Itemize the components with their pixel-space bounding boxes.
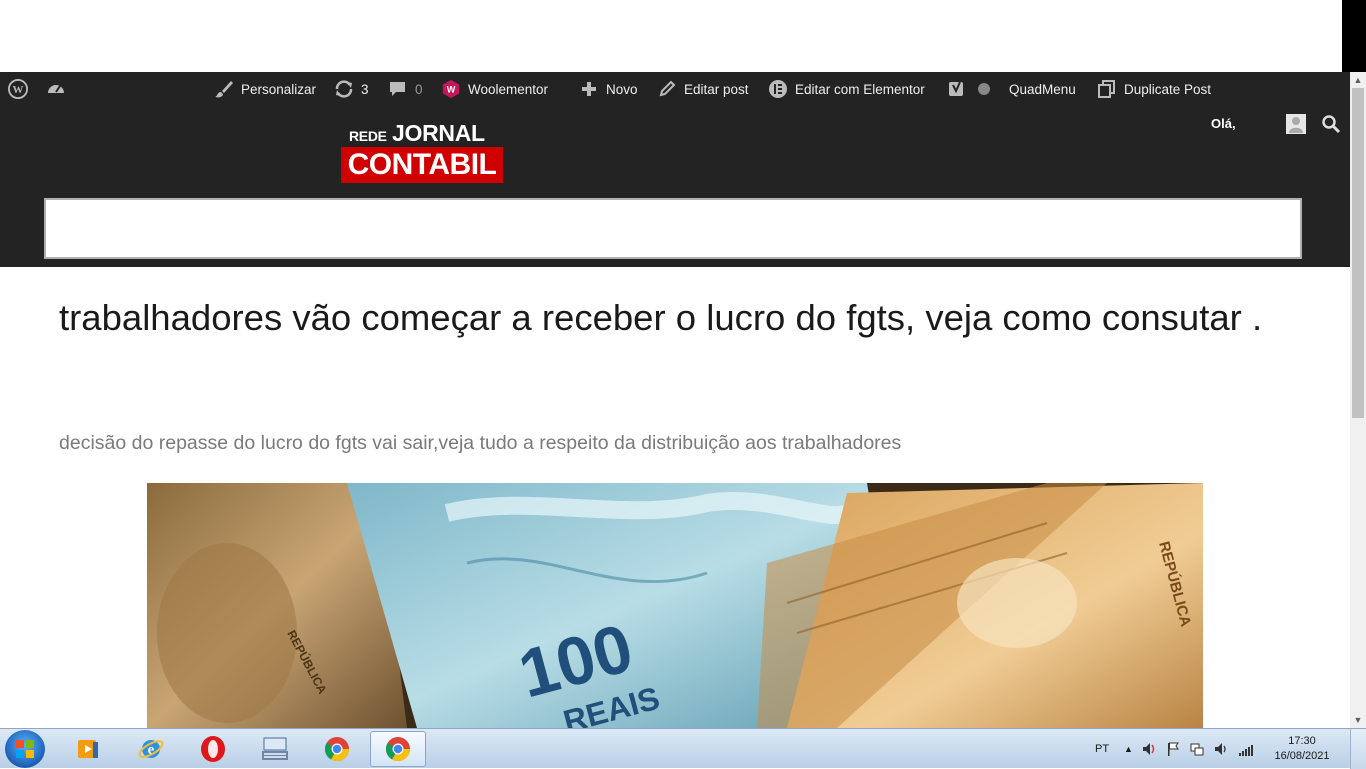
language-label: PT	[1095, 743, 1110, 755]
elementor-icon	[768, 79, 788, 99]
comment-icon	[388, 79, 408, 99]
duplicate-icon	[1097, 79, 1117, 99]
windows-logo-icon	[16, 740, 34, 758]
edit-elementor-button[interactable]: Editar com Elementor	[768, 72, 925, 106]
clock-time: 17:30	[1288, 735, 1316, 747]
edit-elementor-label: Editar com Elementor	[795, 81, 925, 97]
wordpress-icon: W	[8, 79, 28, 99]
wp-logo-button[interactable]: W	[8, 72, 28, 106]
show-desktop-button[interactable]	[1350, 729, 1366, 769]
chrome-active-icon	[385, 737, 410, 762]
browser-top-area	[0, 0, 1366, 72]
avatar[interactable]	[1286, 114, 1306, 134]
header-search-button[interactable]	[1321, 114, 1341, 134]
wp-admin-bar: W Personalizar 3 0 W Woolementor Novo Ed…	[0, 72, 1350, 106]
pencil-icon	[657, 79, 677, 99]
customize-label: Personalizar	[241, 81, 317, 97]
dashboard-icon	[46, 79, 66, 99]
dashboard-button[interactable]	[46, 72, 66, 106]
taskbar-chrome-active[interactable]	[370, 731, 426, 767]
yoast-icon	[947, 79, 967, 99]
main-menu-area	[44, 198, 1302, 259]
system-tray: ▲	[1124, 729, 1255, 769]
window-corner	[1342, 0, 1366, 72]
duplicate-label: Duplicate Post	[1124, 81, 1212, 97]
scroll-down-arrow-icon[interactable]: ▼	[1350, 712, 1366, 728]
site-logo[interactable]: REDE JORNAL CONTABIL	[341, 120, 503, 184]
taskbar-internet-explorer[interactable]: e	[123, 731, 179, 767]
edit-post-label: Editar post	[684, 81, 749, 97]
logo-rede-text: REDE	[349, 128, 387, 144]
tray-expand-icon[interactable]: ▲	[1124, 744, 1133, 754]
language-indicator[interactable]: PT	[1095, 729, 1109, 769]
refresh-icon	[334, 79, 354, 99]
yoast-button[interactable]	[947, 72, 994, 106]
comments-button[interactable]: 0	[388, 72, 423, 106]
updates-count: 3	[361, 81, 369, 97]
user-greeting[interactable]: Olá,	[1211, 116, 1236, 131]
speaker-icon[interactable]	[1141, 741, 1157, 757]
customize-button[interactable]: Personalizar	[214, 72, 316, 106]
windows-taskbar: e PT ▲ 17:30 16/08/2021	[0, 728, 1366, 769]
quadmenu-label: QuadMenu	[1009, 81, 1076, 97]
taskbar-clock[interactable]: 17:30 16/08/2021	[1270, 734, 1334, 764]
user-icon	[1289, 117, 1303, 133]
updates-button[interactable]: 3	[334, 72, 369, 106]
woolementor-icon: W	[441, 79, 461, 99]
taskbar-media-player[interactable]	[60, 731, 116, 767]
plus-icon	[579, 79, 599, 99]
scroll-up-arrow-icon[interactable]: ▲	[1350, 72, 1366, 88]
opera-icon	[201, 736, 225, 762]
scrollbar-thumb[interactable]	[1352, 88, 1364, 418]
woolementor-button[interactable]: W Woolementor	[441, 72, 548, 106]
media-player-icon	[78, 740, 98, 758]
taskbar-keyboard-app[interactable]	[247, 731, 303, 767]
quadmenu-button[interactable]: QuadMenu	[1009, 72, 1076, 106]
taskbar-chrome[interactable]	[309, 731, 365, 767]
internet-explorer-icon: e	[138, 740, 164, 758]
site-header: REDE JORNAL CONTABIL Olá,	[0, 106, 1350, 267]
status-dot-icon	[974, 79, 994, 99]
logo-jornal-text: JORNAL	[392, 120, 485, 146]
start-button[interactable]	[5, 730, 45, 768]
search-icon	[1322, 115, 1341, 134]
volume-icon[interactable]	[1213, 741, 1229, 757]
article-subtitle: decisão do repasse do lucro do fgts vai …	[59, 432, 902, 454]
edit-post-button[interactable]: Editar post	[657, 72, 749, 106]
comments-count: 0	[415, 81, 423, 97]
svg-text:W: W	[447, 85, 456, 95]
signal-icon[interactable]	[1237, 741, 1255, 757]
taskbar-opera[interactable]	[185, 731, 241, 767]
flag-icon[interactable]	[1165, 741, 1181, 757]
page-scrollbar[interactable]: ▲ ▼	[1350, 72, 1366, 728]
new-button[interactable]: Novo	[579, 72, 638, 106]
article-featured-image: REPÚBLICA 100 REAIS REPÚBLICA	[147, 483, 1203, 728]
paintbrush-icon	[214, 79, 234, 99]
woolementor-label: Woolementor	[468, 81, 549, 97]
network-icon[interactable]	[1189, 741, 1205, 757]
keyboard-app-icon	[262, 737, 288, 760]
logo-contabil-text: CONTABIL	[341, 147, 503, 183]
new-label: Novo	[606, 81, 638, 97]
chrome-icon	[324, 737, 349, 762]
clock-date: 16/08/2021	[1274, 750, 1330, 762]
svg-text:W: W	[13, 84, 24, 96]
article-title: trabalhadores vão começar a receber o lu…	[59, 297, 1263, 338]
duplicate-post-button[interactable]: Duplicate Post	[1097, 72, 1211, 106]
